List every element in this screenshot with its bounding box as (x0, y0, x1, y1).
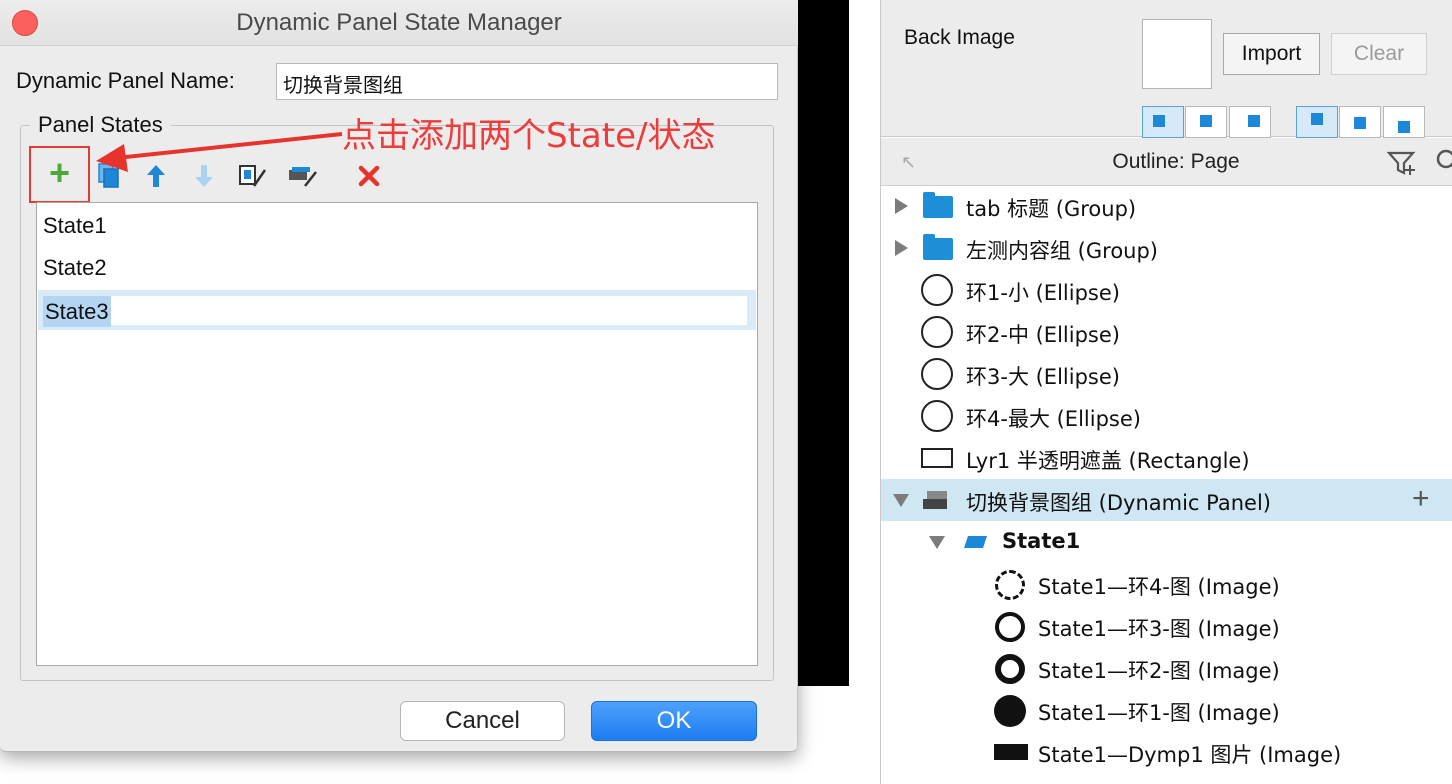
outline-item-state[interactable]: State1 (881, 521, 1452, 563)
ellipse-icon (921, 358, 953, 390)
outline-item-ellipse[interactable]: 环1-小 (Ellipse) (881, 269, 1452, 311)
ok-button[interactable]: OK (591, 701, 757, 741)
outline-item-label: State1—环3-图 (Image) (1038, 617, 1280, 641)
align-left-button[interactable] (1142, 106, 1184, 138)
expand-arrow-icon[interactable] (895, 198, 908, 214)
background-gap (849, 0, 880, 784)
filter-icon[interactable] (1387, 150, 1417, 176)
ellipse-icon (921, 274, 953, 306)
outline-item-image[interactable]: State1—环2-图 (Image) (881, 647, 1452, 689)
import-button[interactable]: Import (1223, 33, 1320, 75)
background-strip (797, 0, 849, 686)
outline-header: ↖ Outline: Page (881, 138, 1452, 186)
image-thumb-icon (995, 570, 1025, 600)
outline-item-image[interactable]: State1—环3-图 (Image) (881, 605, 1452, 647)
outline-item-image[interactable]: State1—环1-图 (Image) (881, 689, 1452, 731)
outline-item-label: 环4-最大 (Ellipse) (966, 407, 1141, 431)
dynamic-panel-icon (923, 491, 947, 509)
red-annotation-text: 点击添加两个State/状态 (342, 116, 716, 156)
outline-item-label: State1—Dymp1 图片 (Image) (1038, 743, 1342, 767)
outline-item-label: State1 (1002, 529, 1081, 553)
outline-item-ellipse[interactable]: 环2-中 (Ellipse) (881, 311, 1452, 353)
right-inspector-panel: Back Image Import Clear ↖ Outline: Page (880, 0, 1452, 784)
outline-item-label: State1—环4-图 (Image) (1038, 575, 1280, 599)
image-thumb-icon (995, 612, 1025, 642)
outline-item-label: State1—环2-图 (Image) (1038, 659, 1280, 683)
dialog-titlebar: Dynamic Panel State Manager (0, 0, 798, 46)
dialog-title: Dynamic Panel State Manager (236, 9, 562, 36)
folder-icon (923, 192, 953, 218)
back-image-label: Back Image (904, 26, 1015, 49)
align-bottom-icon (1398, 121, 1410, 133)
align-center-icon (1200, 115, 1212, 127)
outline-item-group[interactable]: tab 标题 (Group) (881, 185, 1452, 227)
outline-item-dynamic-panel[interactable]: 切换背景图组 (Dynamic Panel) + (881, 479, 1452, 521)
image-thumb-icon (994, 744, 1028, 760)
state-list-item-selected[interactable]: State3 (38, 290, 756, 330)
align-middle-icon (1354, 117, 1366, 129)
outline-item-ellipse[interactable]: 环3-大 (Ellipse) (881, 353, 1452, 395)
add-state-plus-icon[interactable]: + (1412, 482, 1430, 516)
style-section: Back Image Import Clear (881, 0, 1452, 138)
search-icon[interactable] (1434, 148, 1452, 176)
align-top-icon (1311, 113, 1323, 125)
delete-state-icon (358, 165, 380, 187)
outline-item-label: 左测内容组 (Group) (966, 239, 1158, 263)
expand-arrow-icon[interactable] (895, 240, 908, 256)
align-middle-button[interactable] (1339, 106, 1381, 138)
align-left-icon (1153, 115, 1165, 127)
screen: Dynamic Panel State Manager Dynamic Pane… (0, 0, 1452, 784)
align-center-button[interactable] (1185, 106, 1227, 138)
align-bottom-button[interactable] (1383, 106, 1425, 138)
outline-item-rectangle[interactable]: Lyr1 半透明遮盖 (Rectangle) (881, 437, 1452, 479)
outline-item-label: tab 标题 (Group) (966, 197, 1137, 221)
state-icon (964, 536, 987, 548)
back-image-preview (1142, 19, 1212, 89)
ellipse-icon (921, 400, 953, 432)
state-manager-dialog: Dynamic Panel State Manager Dynamic Pane… (0, 0, 798, 752)
states-list[interactable]: State1 State2 State3 (36, 202, 758, 666)
annotation-arrow-icon (96, 132, 343, 172)
align-right-icon (1248, 115, 1260, 127)
outline-item-image[interactable]: State1—环4-图 (Image) (881, 563, 1452, 605)
outline-item-group[interactable]: 左测内容组 (Group) (881, 227, 1452, 269)
collapse-arrow-icon[interactable] (893, 494, 909, 507)
outline-item-label: Lyr1 半透明遮盖 (Rectangle) (966, 449, 1250, 473)
collapse-arrow-icon[interactable] (929, 536, 945, 549)
state-rename-input[interactable]: State3 (42, 295, 748, 327)
panel-name-input[interactable]: 切换背景图组 (276, 63, 778, 100)
state-list-item[interactable]: State1 (43, 206, 107, 246)
ellipse-icon (921, 316, 953, 348)
outline-item-image[interactable]: State1—Dymp1 图片 (Image) (881, 731, 1452, 773)
outline-item-label: State1—环1-图 (Image) (1038, 701, 1280, 725)
folder-icon (923, 234, 953, 260)
cancel-button[interactable]: Cancel (400, 701, 565, 741)
outline-item-label: 环1-小 (Ellipse) (966, 281, 1120, 305)
outline-title: Outline: Page (1112, 150, 1240, 173)
outline-item-label: 切换背景图组 (Dynamic Panel) (966, 491, 1272, 515)
align-top-button[interactable] (1296, 106, 1338, 138)
outline-item-label: 环3-大 (Ellipse) (966, 365, 1120, 389)
image-thumb-icon (994, 695, 1026, 727)
outline-item-label: 环2-中 (Ellipse) (966, 323, 1120, 347)
image-thumb-icon (995, 654, 1025, 684)
clear-button[interactable]: Clear (1331, 33, 1427, 75)
add-state-icon: + (48, 151, 71, 193)
state-rename-value: State3 (43, 296, 111, 327)
panel-name-label: Dynamic Panel Name: (16, 68, 235, 93)
rectangle-icon (921, 448, 953, 468)
outline-item-ellipse[interactable]: 环4-最大 (Ellipse) (881, 395, 1452, 437)
align-right-button[interactable] (1229, 106, 1271, 138)
state-list-item[interactable]: State2 (43, 248, 107, 288)
